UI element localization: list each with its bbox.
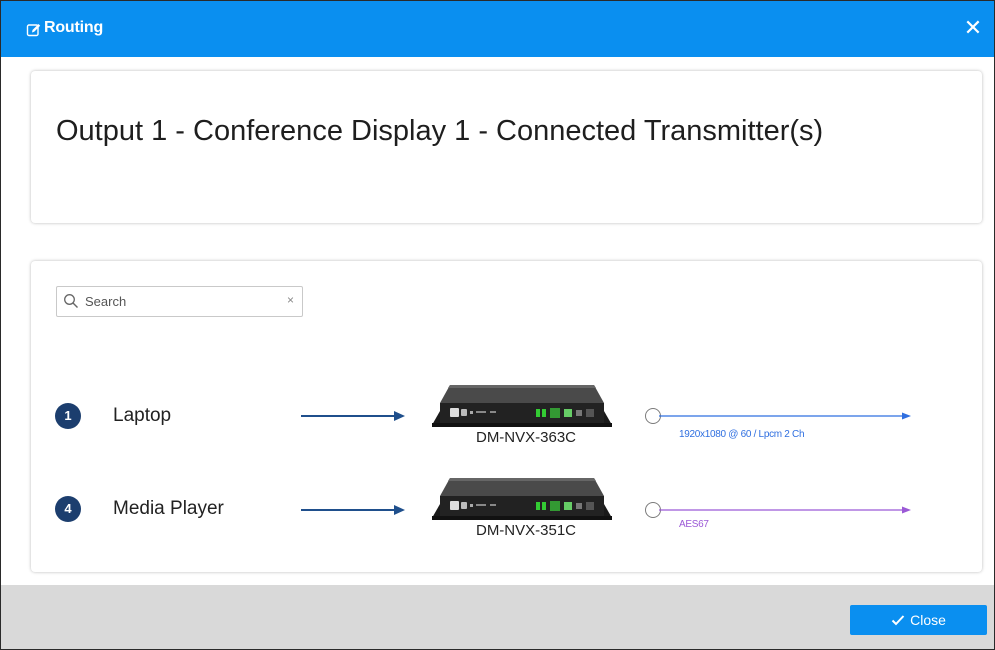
source-row[interactable]: 1 Laptop DM-NVX-363C 1920x1080 @ 60 / Lp… <box>31 379 982 449</box>
device-model-label: DM-NVX-351C <box>475 522 577 539</box>
clear-search-icon[interactable]: × <box>287 293 294 307</box>
input-arrow-icon <box>301 411 405 421</box>
output-header-card: Output 1 - Conference Display 1 - Connec… <box>31 71 982 223</box>
source-name: Laptop <box>113 405 172 426</box>
signal-arrow-icon <box>659 412 911 420</box>
signal-format-label: AES67 <box>679 519 709 530</box>
page-title: Output 1 - Conference Display 1 - Connec… <box>56 115 824 147</box>
search-box: × <box>56 286 303 317</box>
device-model-label: DM-NVX-363C <box>475 429 577 446</box>
signal-format-label: 1920x1080 @ 60 / Lpcm 2 Ch <box>679 429 805 440</box>
title-bar: Routing ✕ <box>1 1 994 57</box>
search-input[interactable] <box>85 291 275 311</box>
signal-arrow-icon <box>659 506 911 514</box>
input-arrow-icon <box>301 505 405 515</box>
source-number-badge: 4 <box>55 496 81 522</box>
close-icon[interactable]: ✕ <box>960 15 986 41</box>
close-button-label: Close <box>910 612 946 628</box>
search-icon <box>64 294 78 308</box>
transmitters-card: × 1 Laptop <box>31 261 982 572</box>
dialog-footer: Close <box>1 585 994 649</box>
source-name: Media Player <box>113 498 224 519</box>
close-button[interactable]: Close <box>850 605 987 635</box>
edit-icon <box>26 24 41 37</box>
checkmark-icon <box>891 615 905 626</box>
source-number-badge: 1 <box>55 403 81 429</box>
dialog-title: Routing <box>44 19 104 36</box>
source-row[interactable]: 4 Media Player DM-NVX-351C AES67 <box>31 474 982 544</box>
routing-dialog: Routing ✕ Output 1 - Conference Display … <box>0 0 995 650</box>
